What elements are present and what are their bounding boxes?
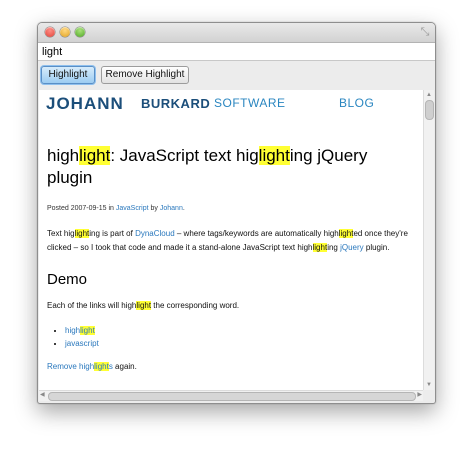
scroll-right-icon[interactable]: ▶ — [417, 391, 422, 400]
horizontal-scroll-thumb[interactable] — [48, 392, 416, 401]
author-link[interactable]: Johann — [160, 205, 183, 212]
scroll-down-icon[interactable]: ▼ — [424, 381, 434, 389]
vertical-scrollbar[interactable]: ▲ ▼ — [423, 90, 434, 390]
highlighted-term: light — [136, 301, 152, 310]
web-content: JOHANN BURKARD SOFTWARE BLOG highlight: … — [39, 90, 423, 390]
site-logo-first[interactable]: JOHANN — [46, 94, 124, 114]
remove-paragraph: Remove highlights again. — [47, 362, 137, 371]
intro-paragraph: Text higlighting is part of DynaCloud – … — [47, 229, 408, 252]
nav-software-link[interactable]: SOFTWARE — [214, 96, 286, 110]
nav-blog-link[interactable]: BLOG — [339, 96, 374, 110]
scrollbar-corner — [423, 390, 434, 401]
zoom-window-icon[interactable] — [75, 27, 85, 37]
highlighted-term: light — [79, 146, 111, 165]
list-item: javascript — [65, 337, 417, 350]
post-title: highlight: JavaScript text higlighting j… — [47, 146, 368, 187]
jquery-link[interactable]: jQuery — [340, 243, 364, 252]
site-header: JOHANN BURKARD SOFTWARE BLOG — [46, 94, 422, 114]
highlighted-term: light — [338, 229, 354, 238]
close-window-icon[interactable] — [45, 27, 55, 37]
list-item: highlight — [65, 324, 417, 337]
scroll-left-icon[interactable]: ◀ — [40, 391, 45, 400]
minimize-window-icon[interactable] — [60, 27, 70, 37]
category-link[interactable]: JavaScript — [116, 205, 149, 212]
remove-highlight-button[interactable]: Remove Highlight — [101, 66, 189, 84]
highlighted-term: light — [74, 229, 90, 238]
highlight-button[interactable]: Highlight — [41, 66, 95, 84]
post-meta: Posted 2007-09-15 in JavaScript by Johan… — [47, 205, 185, 212]
demo-link-javascript[interactable]: javascript — [65, 339, 99, 348]
demo-description: Each of the links will highlight the cor… — [47, 301, 240, 310]
vertical-scroll-thumb[interactable] — [425, 100, 434, 120]
fullscreen-icon[interactable]: ⤡ — [419, 26, 431, 38]
dynacloud-link[interactable]: DynaCloud — [135, 229, 175, 238]
title-bar: ⤡ — [38, 23, 435, 43]
demo-heading: Demo — [47, 271, 88, 288]
post-content: highlight: JavaScript text higlighting j… — [47, 145, 417, 372]
demo-link-list: highlight javascript — [47, 324, 417, 350]
highlighted-term: light — [258, 146, 290, 165]
demo-link-highlight[interactable]: highlight — [65, 326, 95, 335]
toolbar: Highlight Remove Highlight — [38, 62, 435, 89]
highlight-search-input[interactable] — [38, 43, 435, 61]
remove-highlights-link[interactable]: Remove highlights — [47, 362, 113, 371]
scroll-up-icon[interactable]: ▲ — [424, 91, 434, 99]
site-logo-last[interactable]: BURKARD — [141, 96, 210, 111]
browser-window: ⤡ Highlight Remove Highlight JOHANN BURK… — [37, 22, 436, 404]
highlighted-term: light — [312, 243, 328, 252]
horizontal-scrollbar[interactable]: ◀ ▶ — [39, 390, 423, 401]
